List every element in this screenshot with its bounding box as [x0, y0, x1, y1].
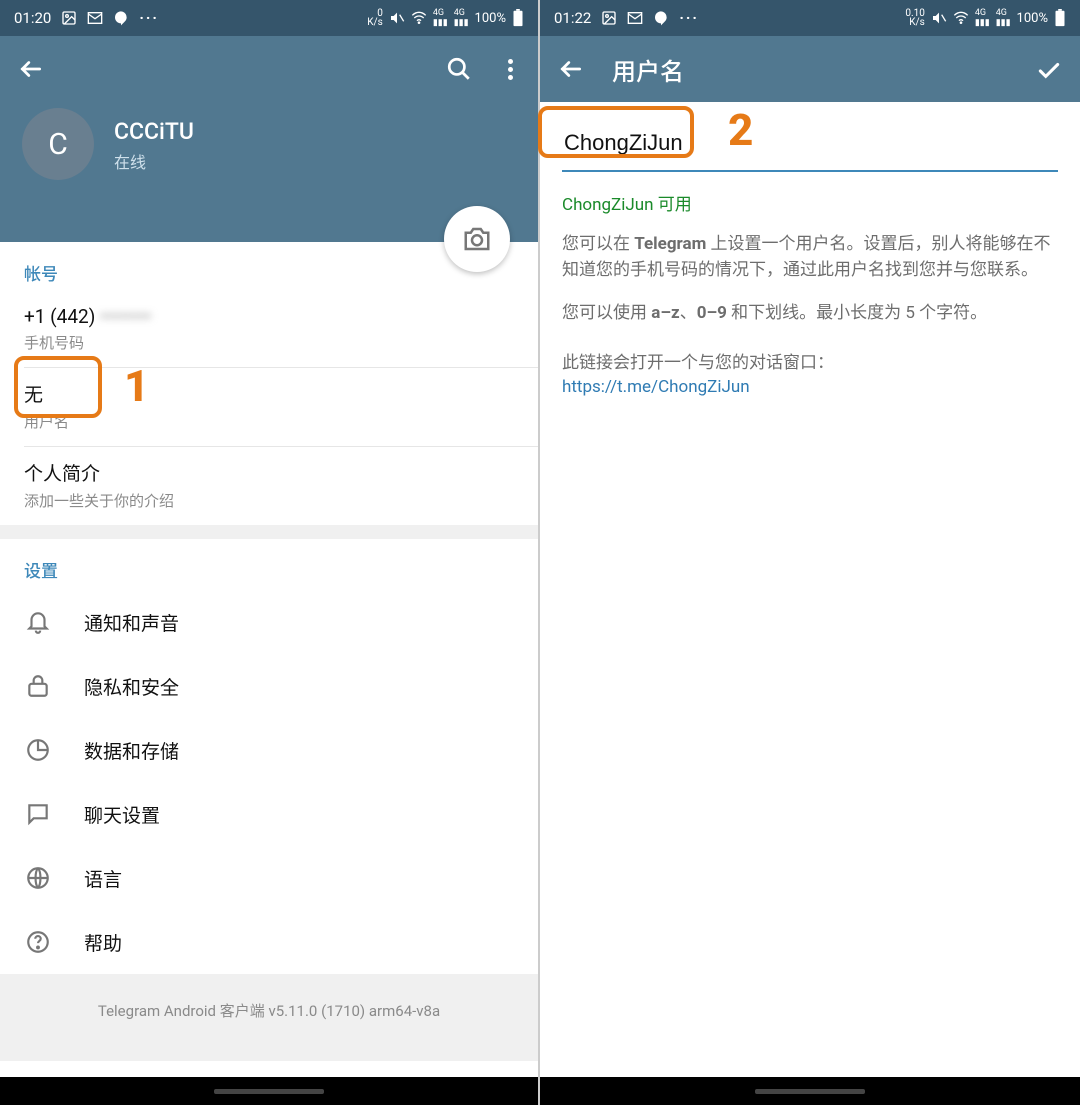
app-bar: 用户名 — [540, 36, 1080, 102]
setting-label: 隐私和安全 — [84, 673, 179, 700]
username-desc-1: 您可以在 Telegram 上设置一个用户名。设置后，别人将能够在不知道您的手机… — [562, 231, 1058, 284]
username-row[interactable]: 无 用户名 — [0, 368, 538, 446]
link-label: 此链接会打开一个与您的对话窗口： — [562, 348, 1058, 373]
settings-header: 设置 — [0, 539, 538, 590]
signal-4g-1-icon: 4G▮▮▮ — [433, 8, 448, 28]
mail-icon — [627, 10, 643, 26]
settings-privacy[interactable]: 隐私和安全 — [0, 654, 538, 718]
image-icon — [601, 10, 617, 26]
phone-visible: +1 (442) — [24, 305, 95, 328]
phone-hidden: •••••••• — [100, 305, 151, 328]
settings-data[interactable]: 数据和存储 — [0, 718, 538, 782]
net-speed: 0.10K/s — [905, 9, 925, 27]
mute-icon — [931, 10, 947, 26]
battery-text: 100% — [475, 11, 506, 26]
setting-label: 语言 — [84, 865, 122, 892]
bio-value: 个人简介 — [24, 459, 514, 486]
profile-name: CCCiTU — [114, 118, 194, 145]
status-bar: 01:20 ··· 0K/s 4G▮▮▮ 4G▮▮▮ 100% — [0, 0, 538, 36]
profile-status: 在线 — [114, 149, 194, 173]
signal-4g-1-icon: 4G▮▮▮ — [975, 8, 990, 28]
android-navbar — [0, 1077, 538, 1105]
mail-icon — [87, 10, 103, 26]
section-gap — [0, 525, 538, 539]
more-icon: ··· — [679, 9, 699, 27]
net-speed: 0K/s — [367, 9, 383, 27]
more-icon: ··· — [139, 9, 159, 27]
profile-header: C CCCiTU 在线 — [0, 102, 538, 242]
back-icon[interactable] — [18, 56, 44, 82]
mute-icon — [389, 10, 405, 26]
signal-4g-2-icon: 4G▮▮▮ — [996, 8, 1011, 28]
menu-icon[interactable] — [500, 56, 520, 82]
help-icon — [24, 928, 52, 956]
search-icon[interactable] — [446, 56, 472, 82]
phone-row[interactable]: +1 (442) •••••••• 手机号码 — [0, 293, 538, 367]
wifi-icon — [411, 10, 427, 26]
globe-icon — [24, 864, 52, 892]
app-bar — [0, 36, 538, 102]
bio-row[interactable]: 个人简介 添加一些关于你的介绍 — [0, 447, 538, 525]
phone-right-username: 01:22 ··· 0.10K/s 4G▮▮▮ 4G▮▮▮ 100% — [540, 0, 1080, 1105]
bell-icon — [24, 608, 52, 636]
battery-icon — [1054, 9, 1066, 27]
android-navbar — [540, 1077, 1080, 1105]
back-icon[interactable] — [558, 56, 584, 82]
pie-icon — [24, 736, 52, 764]
status-bar: 01:22 ··· 0.10K/s 4G▮▮▮ 4G▮▮▮ 100% — [540, 0, 1080, 36]
app-bar-title: 用户名 — [612, 52, 1008, 87]
avatar[interactable]: C — [22, 108, 94, 180]
setting-label: 数据和存储 — [84, 737, 179, 764]
version-footer: Telegram Android 客户端 v5.11.0 (1710) arm6… — [0, 974, 538, 1061]
username-input[interactable] — [562, 120, 1058, 172]
setting-label: 通知和声音 — [84, 609, 179, 636]
settings-help[interactable]: 帮助 — [0, 910, 538, 974]
battery-icon — [512, 9, 524, 27]
settings-language[interactable]: 语言 — [0, 846, 538, 910]
phone-label: 手机号码 — [24, 332, 514, 353]
username-value: 无 — [24, 380, 514, 407]
username-available: ChongZiJun 可用 — [562, 190, 1058, 215]
settings-notifications[interactable]: 通知和声音 — [0, 590, 538, 654]
hangouts-icon — [653, 10, 669, 26]
image-icon — [61, 10, 77, 26]
lock-icon — [24, 672, 52, 700]
status-time: 01:22 — [554, 9, 591, 27]
confirm-icon[interactable] — [1036, 56, 1062, 82]
bio-label: 添加一些关于你的介绍 — [24, 490, 514, 511]
signal-4g-2-icon: 4G▮▮▮ — [454, 8, 469, 28]
battery-text: 100% — [1017, 11, 1048, 26]
username-desc-2: 您可以使用 a–z、0–9 和下划线。最小长度为 5 个字符。 — [562, 300, 1058, 326]
username-label: 用户名 — [24, 411, 514, 432]
camera-button[interactable] — [444, 206, 510, 272]
username-link[interactable]: https://t.me/ChongZiJun — [562, 377, 1058, 397]
phone-left-settings: 01:20 ··· 0K/s 4G▮▮▮ 4G▮▮▮ 100% — [0, 0, 540, 1105]
setting-label: 聊天设置 — [84, 801, 160, 828]
hangouts-icon — [113, 10, 129, 26]
chat-icon — [24, 800, 52, 828]
settings-chat[interactable]: 聊天设置 — [0, 782, 538, 846]
wifi-icon — [953, 10, 969, 26]
status-time: 01:20 — [14, 9, 51, 27]
setting-label: 帮助 — [84, 929, 122, 956]
